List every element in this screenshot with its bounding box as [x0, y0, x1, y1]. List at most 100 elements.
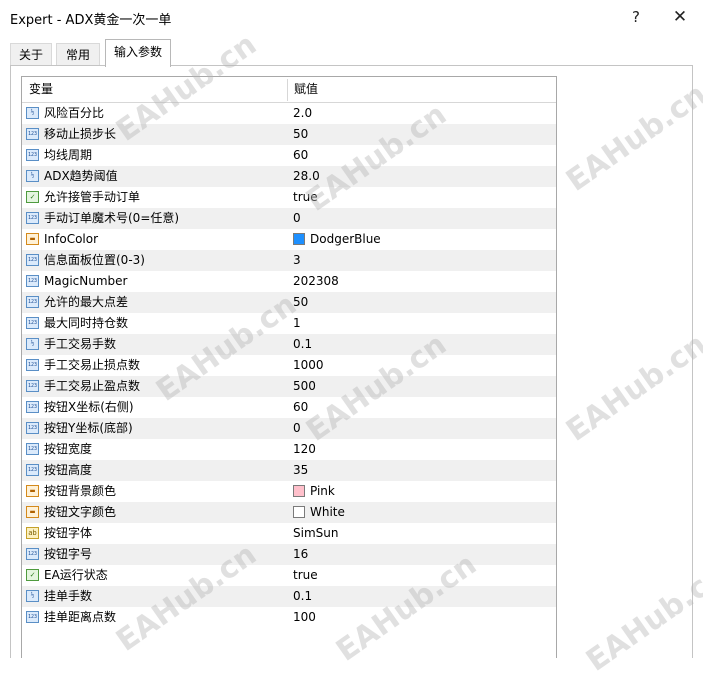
column-separator[interactable]	[287, 79, 288, 101]
parameter-name: 挂单手数	[44, 589, 93, 603]
parameter-row[interactable]: ½ 风险百分比 2.0	[22, 103, 556, 124]
parameter-value-text: Pink	[310, 484, 335, 498]
parameter-name: EA运行状态	[44, 568, 108, 582]
parameter-name: 按钮背景颜色	[44, 484, 117, 498]
parameter-value[interactable]: true	[293, 565, 551, 586]
color-swatch	[293, 233, 305, 245]
color-swatch	[293, 506, 305, 518]
parameter-row[interactable]: ▬ 按钮文字颜色 White	[22, 502, 556, 523]
tab-common[interactable]: 常用	[56, 43, 100, 66]
help-button[interactable]: ?	[624, 6, 648, 28]
parameter-row[interactable]: 123 按钮X坐标(右侧) 60	[22, 397, 556, 418]
parameter-value-text: 50	[293, 127, 309, 141]
parameter-value[interactable]: 0	[293, 418, 551, 439]
parameter-value[interactable]: 100	[293, 607, 551, 628]
parameter-value[interactable]: 1000	[293, 355, 551, 376]
parameter-row[interactable]: ½ 手工交易手数 0.1	[22, 334, 556, 355]
parameter-row[interactable]: 123 最大同时持仓数 1	[22, 313, 556, 334]
parameter-value[interactable]: 0.1	[293, 334, 551, 355]
parameter-value[interactable]: DodgerBlue	[293, 229, 551, 250]
parameter-value[interactable]: 50	[293, 292, 551, 313]
grid-header: 变量 赋值	[22, 77, 556, 103]
int-icon: 123	[26, 149, 39, 161]
parameter-row[interactable]: 123 按钮字号 16	[22, 544, 556, 565]
parameter-row[interactable]: 123 移动止损步长 50	[22, 124, 556, 145]
int-icon: 123	[26, 254, 39, 266]
parameter-value[interactable]: 1	[293, 313, 551, 334]
tab-inputs[interactable]: 输入参数	[105, 39, 171, 67]
parameter-value-text: 28.0	[293, 169, 320, 183]
parameter-value[interactable]: 28.0	[293, 166, 551, 187]
parameter-value[interactable]: 50	[293, 124, 551, 145]
parameter-row[interactable]: ab 按钮字体 SimSun	[22, 523, 556, 544]
parameter-value-text: 0	[293, 211, 301, 225]
bool-icon: ✓	[26, 569, 39, 581]
int-icon: 123	[26, 401, 39, 413]
inputs-grid: 变量 赋值 ½ 风险百分比 2.0 123 移动止损步长 50 123 均线周期 60 ½ ADX趋…	[21, 76, 557, 658]
parameter-value[interactable]: Pink	[293, 481, 551, 502]
parameter-value[interactable]: 202308	[293, 271, 551, 292]
parameter-value[interactable]: 120	[293, 439, 551, 460]
parameter-row[interactable]: 123 手工交易止盈点数 500	[22, 376, 556, 397]
parameter-row[interactable]: ✓ 允许接管手动订单 true	[22, 187, 556, 208]
parameter-value-text: White	[310, 505, 345, 519]
parameter-name: 手工交易手数	[44, 337, 117, 351]
parameter-name: 允许接管手动订单	[44, 190, 141, 204]
parameter-value-text: 0.1	[293, 337, 313, 351]
parameter-value-text: 16	[293, 547, 309, 561]
parameter-row[interactable]: 123 按钮高度 35	[22, 460, 556, 481]
column-header-value[interactable]: 赋值	[294, 77, 318, 102]
color-icon: ▬	[26, 506, 39, 518]
parameter-row[interactable]: 123 按钮Y坐标(底部) 0	[22, 418, 556, 439]
double-icon: ½	[26, 170, 39, 182]
double-icon: ½	[26, 338, 39, 350]
parameter-value[interactable]: 60	[293, 145, 551, 166]
parameter-row[interactable]: ▬ InfoColor DodgerBlue	[22, 229, 556, 250]
parameter-value-text: DodgerBlue	[310, 232, 381, 246]
parameter-name: 按钮字号	[44, 547, 93, 561]
parameter-value[interactable]: 500	[293, 376, 551, 397]
parameter-row[interactable]: 123 允许的最大点差 50	[22, 292, 556, 313]
parameter-value[interactable]: SimSun	[293, 523, 551, 544]
parameter-name: 手工交易止盈点数	[44, 379, 141, 393]
tab-about[interactable]: 关于	[10, 43, 52, 66]
parameter-row[interactable]: 123 信息面板位置(0-3) 3	[22, 250, 556, 271]
parameter-value-text: 1	[293, 316, 301, 330]
int-icon: 123	[26, 359, 39, 371]
parameter-value-text: true	[293, 568, 318, 582]
parameter-name: 按钮宽度	[44, 442, 93, 456]
parameter-value[interactable]: 2.0	[293, 103, 551, 124]
parameter-row[interactable]: ▬ 按钮背景颜色 Pink	[22, 481, 556, 502]
parameter-value[interactable]: 60	[293, 397, 551, 418]
parameter-row[interactable]: ½ ADX趋势阈值 28.0	[22, 166, 556, 187]
title-bar: Expert - ADX黄金一次一单 ? ✕	[0, 0, 703, 34]
column-header-variable[interactable]: 变量	[29, 77, 53, 102]
parameter-value[interactable]: 0.1	[293, 586, 551, 607]
parameter-row[interactable]: 123 均线周期 60	[22, 145, 556, 166]
close-button[interactable]: ✕	[668, 6, 692, 28]
int-icon: 123	[26, 128, 39, 140]
grid-rows: ½ 风险百分比 2.0 123 移动止损步长 50 123 均线周期 60 ½ ADX趋势阈值 28.…	[22, 103, 556, 628]
parameter-row[interactable]: 123 MagicNumber 202308	[22, 271, 556, 292]
int-icon: 123	[26, 296, 39, 308]
parameter-value[interactable]: 3	[293, 250, 551, 271]
parameter-row[interactable]: ½ 挂单手数 0.1	[22, 586, 556, 607]
parameter-name: MagicNumber	[44, 274, 128, 288]
parameter-name: 风险百分比	[44, 106, 105, 120]
parameter-name: 按钮字体	[44, 526, 93, 540]
parameter-name: 允许的最大点差	[44, 295, 129, 309]
parameter-value-text: true	[293, 190, 318, 204]
int-icon: 123	[26, 443, 39, 455]
parameter-row[interactable]: 123 手动订单魔术号(0=任意) 0	[22, 208, 556, 229]
parameter-row[interactable]: 123 按钮宽度 120	[22, 439, 556, 460]
parameter-value-text: 2.0	[293, 106, 313, 120]
parameter-value-text: 100	[293, 610, 316, 624]
parameter-row[interactable]: 123 挂单距离点数 100	[22, 607, 556, 628]
parameter-row[interactable]: ✓ EA运行状态 true	[22, 565, 556, 586]
parameter-value[interactable]: 35	[293, 460, 551, 481]
parameter-value[interactable]: 0	[293, 208, 551, 229]
parameter-value[interactable]: 16	[293, 544, 551, 565]
parameter-value[interactable]: White	[293, 502, 551, 523]
parameter-row[interactable]: 123 手工交易止损点数 1000	[22, 355, 556, 376]
parameter-value[interactable]: true	[293, 187, 551, 208]
